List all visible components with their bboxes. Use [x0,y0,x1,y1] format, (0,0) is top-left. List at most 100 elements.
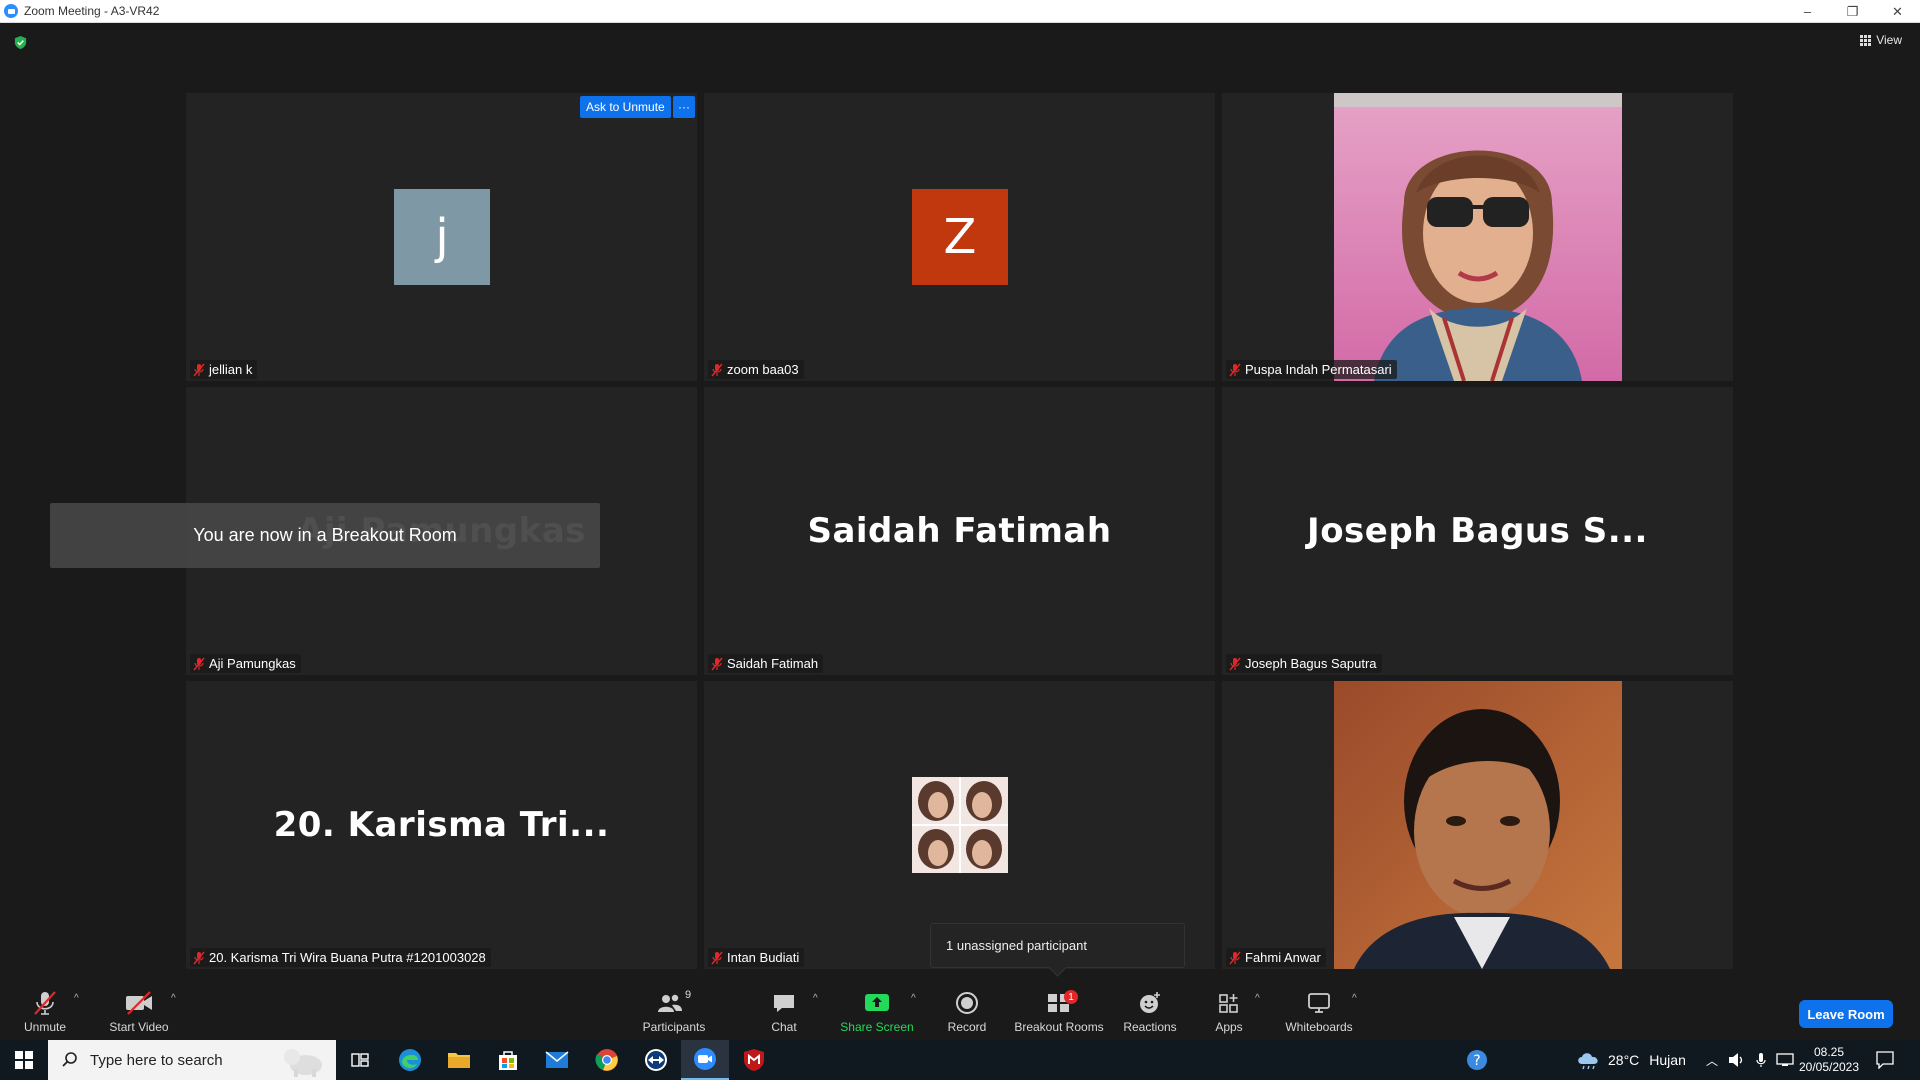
participant-display-name: Joseph Bagus S... [1307,511,1648,551]
breakout-rooms-button[interactable]: 1 Breakout Rooms [1013,978,1105,1040]
taskbar-search[interactable]: Type here to search [48,1040,336,1080]
store-icon [499,1051,517,1070]
chat-button[interactable]: Chat [763,978,805,1040]
mic-muted-icon [1229,363,1241,376]
grid-view-icon [1860,34,1872,46]
notification-icon [1876,1051,1894,1069]
participant-nameplate: Fahmi Anwar [1226,948,1326,967]
participants-button[interactable]: 9 Participants [636,978,712,1040]
more-options-button[interactable]: ··· [673,96,695,118]
share-screen-label: Share Screen [840,1020,914,1034]
chat-options-caret[interactable]: ^ [813,993,818,1004]
start-video-label: Start Video [109,1020,169,1034]
chevron-up-icon[interactable]: ︿ [1706,1052,1718,1069]
weather-widget[interactable]: 28°C Hujan [1576,1040,1686,1080]
start-button[interactable] [0,1040,48,1080]
video-tile-fahmi[interactable]: Fahmi Anwar [1222,681,1733,969]
zoom-app-icon [694,1048,716,1070]
restore-button[interactable]: ❐ [1830,0,1875,23]
avatar-letter: j [435,209,449,265]
share-options-caret[interactable]: ^ [911,993,916,1004]
video-off-icon [124,989,154,1017]
participant-name: Fahmi Anwar [1245,950,1321,965]
apps-options-caret[interactable]: ^ [1255,993,1260,1004]
video-tile-karisma[interactable]: 20. Karisma Tri... 20. Karisma Tri Wira … [186,681,697,969]
view-label: View [1876,33,1902,47]
whiteboards-button[interactable]: Whiteboards [1283,978,1355,1040]
network-icon[interactable] [1776,1053,1794,1067]
breakout-badge: 1 [1064,990,1078,1004]
store-app[interactable] [484,1040,532,1080]
breakout-room-notification: You are now in a Breakout Room [50,503,600,568]
participant-nameplate: jellian k [190,360,258,379]
window-title: Zoom Meeting - A3-VR42 [24,4,160,18]
video-tile-zoom-baa03[interactable]: Z zoom baa03 [704,93,1215,381]
apps-button[interactable]: Apps [1212,978,1246,1040]
leave-room-button[interactable]: Leave Room [1799,1000,1893,1028]
participant-nameplate: Saidah Fatimah [708,654,824,673]
breakout-rooms-icon: 1 [1047,989,1078,1017]
folder-icon [448,1053,470,1068]
mic-muted-icon [193,951,205,964]
participant-nameplate: zoom baa03 [708,360,804,379]
video-tile-joseph[interactable]: Joseph Bagus S... Joseph Bagus Saputra [1222,387,1733,675]
search-placeholder: Type here to search [90,1051,223,1069]
participants-count: 9 [684,989,692,1001]
file-explorer-app[interactable] [435,1040,483,1080]
weather-temp: 28°C [1608,1052,1640,1068]
microphone-icon[interactable] [1756,1052,1766,1068]
participants-icon [657,994,682,1012]
zoom-window: { "window": { "title": "Zoom Meeting - A… [0,0,1920,1080]
unassigned-participant-tooltip[interactable]: 1 unassigned participant [930,923,1185,968]
svg-text:?: ? [1473,1053,1480,1069]
unmute-button[interactable]: Unmute [14,978,76,1040]
video-tile-jellian[interactable]: j jellian k [186,93,697,381]
breakout-rooms-label: Breakout Rooms [1014,1020,1104,1034]
mail-app[interactable] [533,1040,581,1080]
clock[interactable]: 08.25 20/05/2023 [1798,1040,1860,1080]
task-view-button[interactable] [336,1040,384,1080]
start-video-button[interactable]: Start Video [104,978,174,1040]
mic-muted-icon [711,657,723,670]
mic-muted-icon [193,657,205,670]
audio-options-caret[interactable]: ^ [74,993,79,1004]
close-button[interactable]: ✕ [1875,0,1920,23]
participant-nameplate: 20. Karisma Tri Wira Buana Putra #120100… [190,948,491,967]
participant-nameplate: Puspa Indah Permatasari [1226,360,1397,379]
video-options-caret[interactable]: ^ [171,993,176,1004]
record-icon [955,989,979,1017]
task-view-icon [351,1053,369,1067]
reactions-button[interactable]: Reactions [1122,978,1178,1040]
participant-video [1334,681,1622,969]
mic-muted-icon [193,363,205,376]
ask-to-unmute-button[interactable]: Ask to Unmute [580,96,671,118]
chrome-icon [595,1049,618,1071]
participant-name: Aji Pamungkas [209,656,296,671]
video-tile-saidah[interactable]: Saidah Fatimah Saidah Fatimah [704,387,1215,675]
video-tile-puspa[interactable]: Puspa Indah Permatasari [1222,93,1733,381]
participant-display-name: 20. Karisma Tri... [273,805,610,845]
participant-display-name: Saidah Fatimah [807,511,1112,551]
minimize-button[interactable]: – [1785,0,1830,23]
participant-video [1334,93,1622,381]
view-button[interactable]: View [1860,33,1902,47]
notifications-button[interactable] [1876,1040,1894,1080]
share-screen-button[interactable]: Share Screen [840,978,914,1040]
participant-name: 20. Karisma Tri Wira Buana Putra #120100… [209,950,486,965]
mcafee-app[interactable] [730,1040,778,1080]
help-tray-icon[interactable]: ? [1466,1040,1488,1080]
edge-app[interactable] [386,1040,434,1080]
mic-muted-icon [711,951,723,964]
avatar: j [394,189,490,285]
teamviewer-app[interactable] [632,1040,680,1080]
weather-text: Hujan [1649,1052,1686,1068]
whiteboards-options-caret[interactable]: ^ [1352,993,1357,1004]
profile-picture [912,777,1008,873]
rain-cloud-icon [1578,1053,1598,1070]
zoom-app[interactable] [681,1040,729,1080]
chrome-app[interactable] [583,1040,631,1080]
record-label: Record [947,1020,987,1034]
record-button[interactable]: Record [944,978,990,1040]
encryption-shield-icon[interactable] [13,35,28,50]
speaker-icon[interactable] [1728,1052,1746,1068]
